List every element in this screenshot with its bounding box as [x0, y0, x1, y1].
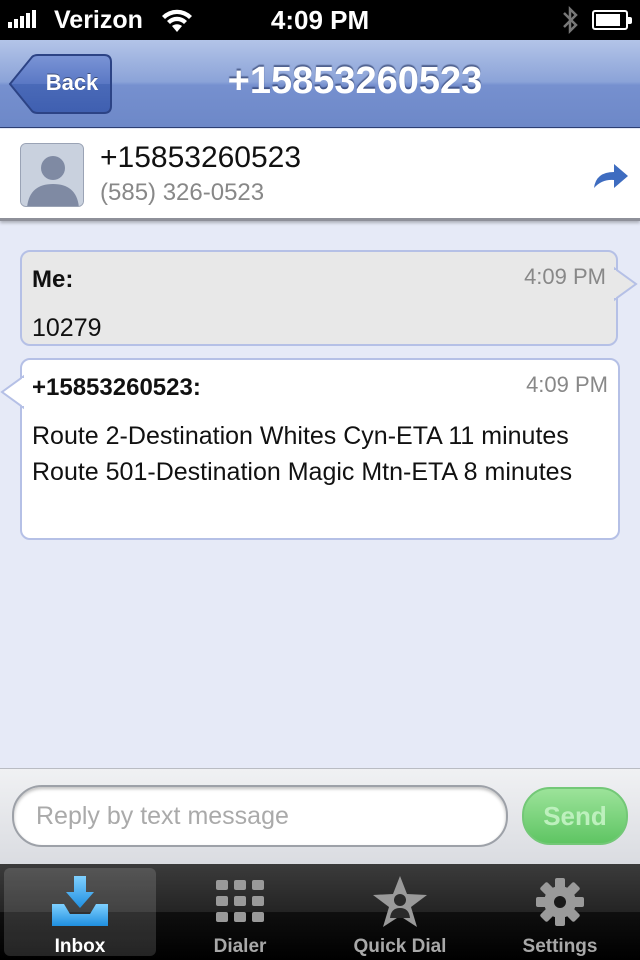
message-bubble-sent: Me: 4:09 PM 10279	[20, 250, 618, 346]
message-text: Route 2-Destination Whites Cyn-ETA 11 mi…	[32, 422, 573, 486]
message-sender: +15853260523:	[32, 374, 201, 401]
tab-dialer[interactable]: Dialer	[164, 868, 316, 957]
message-time: 4:09 PM	[526, 372, 608, 397]
tab-settings[interactable]: Settings	[484, 868, 636, 957]
navigation-bar: Back +15853260523	[0, 40, 640, 128]
contact-name: +15853260523	[100, 141, 302, 174]
bluetooth-icon	[560, 4, 580, 41]
message-time: 4:09 PM	[524, 264, 606, 289]
contact-phone: (585) 326-0523	[100, 179, 265, 206]
send-button[interactable]: Send	[522, 787, 628, 845]
tab-bar: Inbox Dialer Quick Dial Settings	[0, 864, 640, 960]
tab-label: Inbox	[54, 936, 106, 957]
back-button[interactable]: Back	[8, 54, 112, 114]
page-title: +15853260523	[227, 60, 483, 102]
bubble-tail-right	[614, 266, 638, 302]
message-sender: Me:	[32, 266, 74, 293]
tab-quick-dial[interactable]: Quick Dial	[324, 868, 476, 957]
battery-level-fill	[596, 14, 620, 26]
reply-bar: Send	[0, 768, 640, 864]
status-bar: Verizon 4:09 PM	[0, 0, 640, 40]
person-silhouette-icon	[21, 144, 83, 206]
contact-header: +15853260523 (585) 326-0523	[0, 129, 640, 221]
bubble-tail-left	[0, 374, 24, 410]
message-text: 10279	[32, 314, 102, 342]
tab-inbox[interactable]: Inbox	[4, 868, 156, 957]
reply-input[interactable]	[12, 785, 508, 847]
message-bubble-received: +15853260523: 4:09 PM Route 2-Destinatio…	[20, 358, 620, 540]
inbox-download-icon	[4, 874, 156, 930]
back-button-label: Back	[45, 70, 99, 95]
keypad-grid-icon	[164, 874, 316, 930]
star-person-icon	[324, 874, 476, 930]
battery-icon	[592, 10, 632, 30]
tab-label: Settings	[522, 936, 598, 957]
forward-arrow-icon[interactable]	[590, 160, 630, 197]
status-time: 4:09 PM	[270, 5, 370, 35]
tab-label: Dialer	[213, 936, 267, 957]
avatar	[20, 143, 84, 207]
tab-label: Quick Dial	[353, 936, 447, 957]
gear-icon	[484, 874, 636, 930]
